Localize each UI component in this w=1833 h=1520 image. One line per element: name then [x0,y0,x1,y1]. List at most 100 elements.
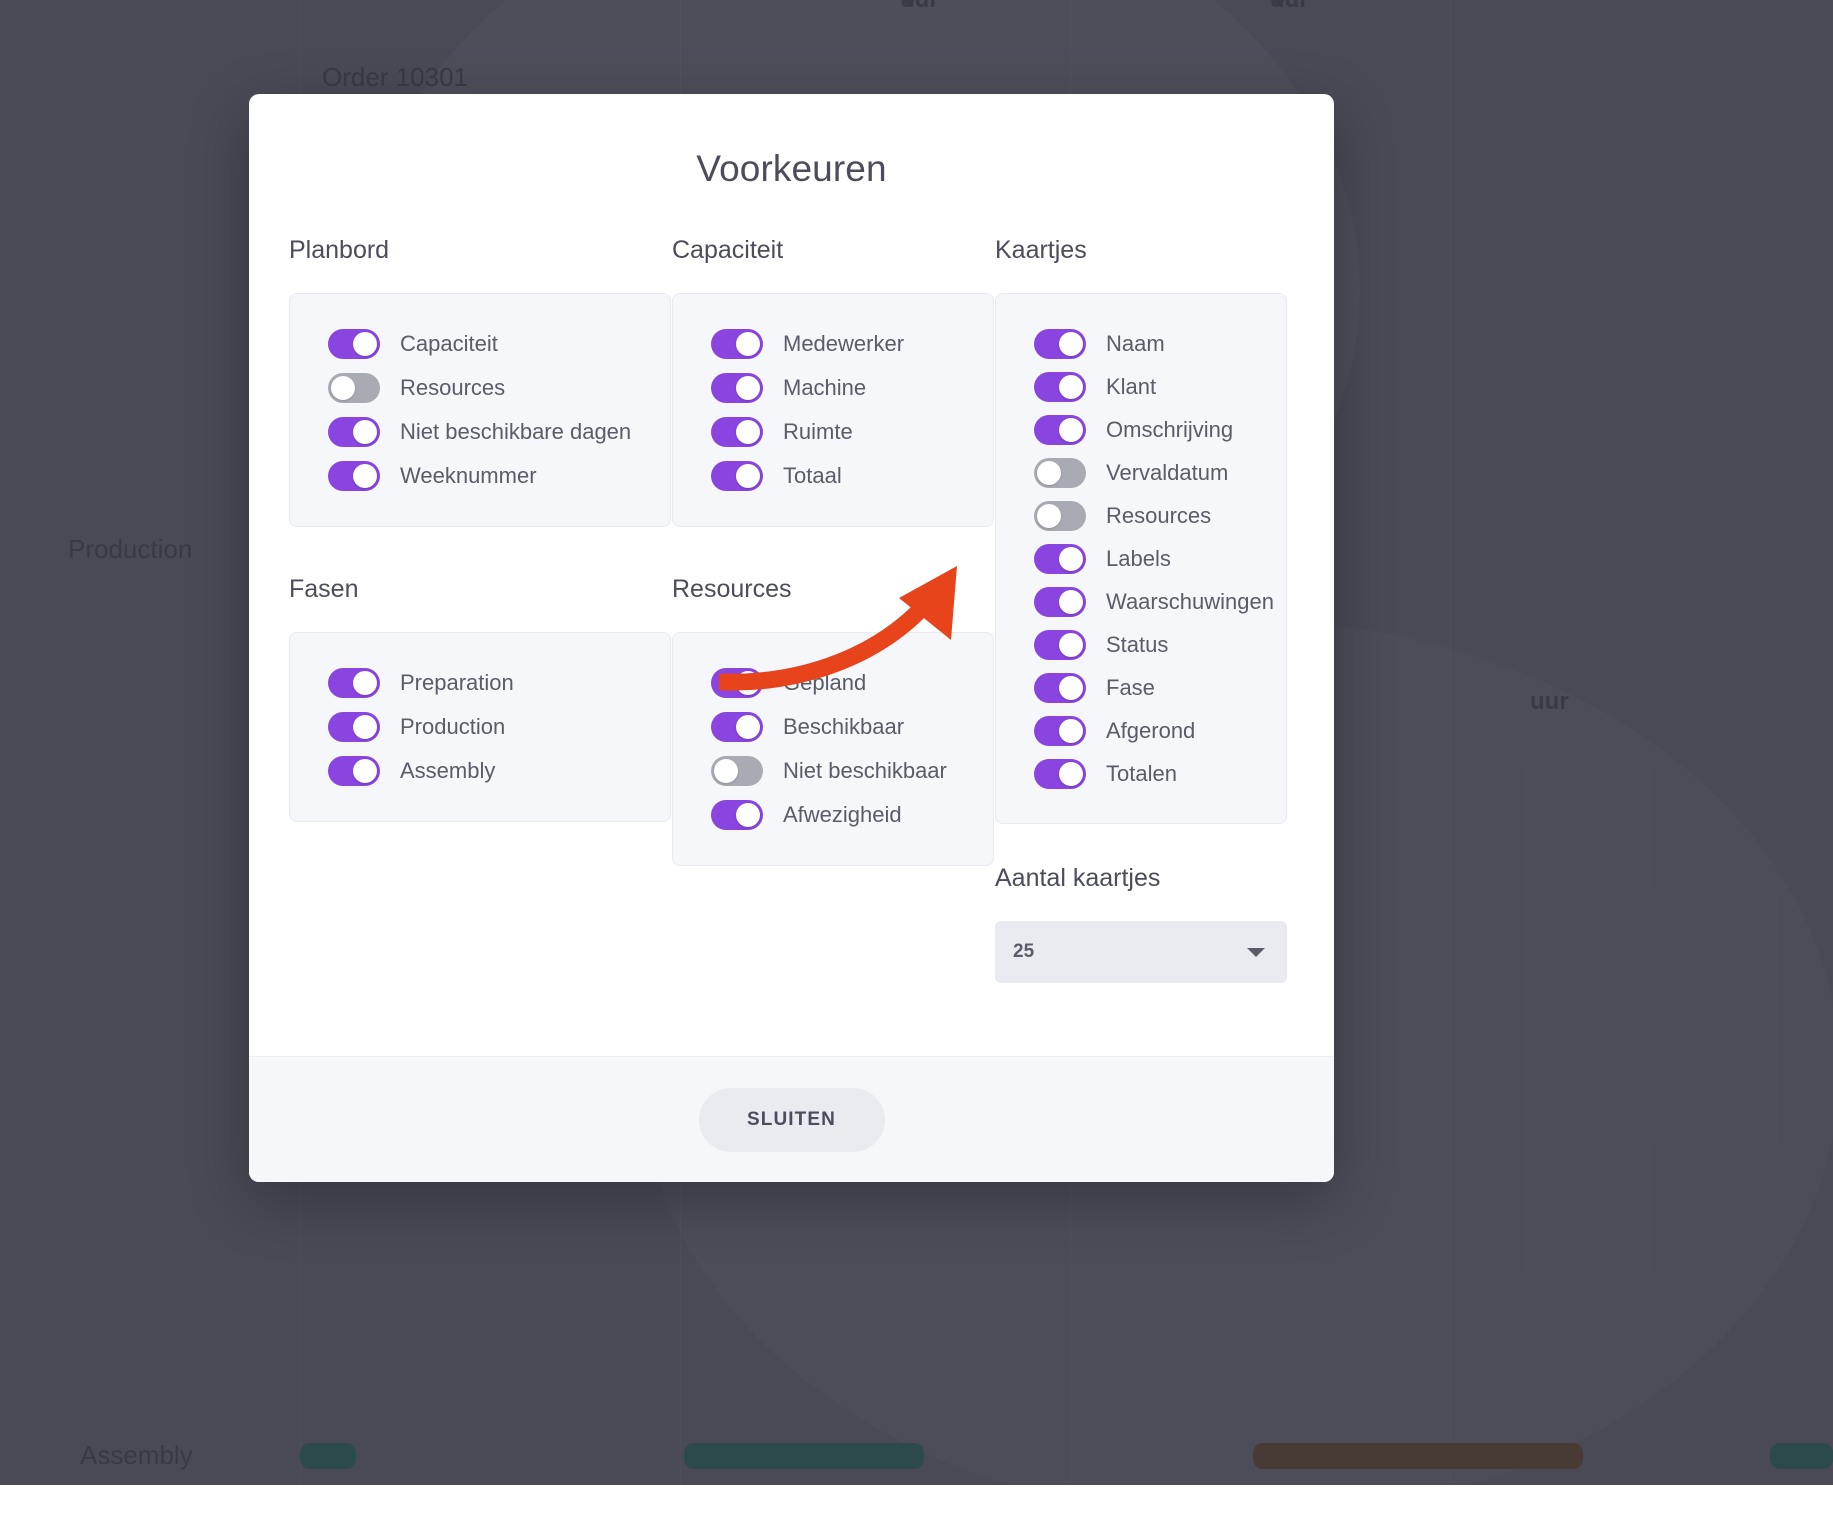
toggle-label: Ruimte [783,419,853,445]
toggle-switch-machine[interactable] [711,373,763,403]
toggle-switch-capaciteit[interactable] [328,329,380,359]
toggle-label: Klant [1106,374,1156,400]
toggle-row[interactable]: Weeknummer [328,454,650,498]
toggle-switch-resources[interactable] [328,373,380,403]
toggle-row[interactable]: Totalen [1034,752,1266,795]
toggle-switch-labels[interactable] [1034,544,1086,574]
toggle-switch-niet-beschikbaar[interactable] [711,756,763,786]
section-heading-kaartjes: Kaartjes [995,236,1287,265]
modal-overlay[interactable]: Voorkeuren Planbord CapaciteitResourcesN… [0,0,1833,1485]
toggle-knob [736,420,760,444]
toggle-knob [714,759,738,783]
toggle-switch-resources[interactable] [1034,501,1086,531]
toggle-switch-niet-beschikbare-dagen[interactable] [328,417,380,447]
page-title: Voorkeuren [289,148,1294,190]
aantal-kaartjes-value: 25 [1013,941,1034,963]
toggle-label: Afgerond [1106,718,1195,744]
toggle-switch-totaal[interactable] [711,461,763,491]
toggle-knob [353,420,377,444]
toggle-row[interactable]: Ruimte [711,410,973,454]
toggle-label: Omschrijving [1106,417,1233,443]
dialog-body: Voorkeuren Planbord CapaciteitResourcesN… [249,94,1334,1056]
toggle-knob [1059,676,1083,700]
column-capaciteit: Capaciteit Medewerker Machine Ruimte Totaal… [672,236,994,983]
toggle-row[interactable]: Niet beschikbare dagen [328,410,650,454]
toggle-switch-klant[interactable] [1034,372,1086,402]
toggle-label: Capaciteit [400,331,498,357]
toggle-switch-naam[interactable] [1034,329,1086,359]
toggle-row[interactable]: Preparation [328,661,650,705]
toggle-switch-afgerond[interactable] [1034,716,1086,746]
toggle-switch-omschrijving[interactable] [1034,415,1086,445]
toggle-switch-production[interactable] [328,712,380,742]
toggle-label: Resources [400,375,505,401]
toggle-row[interactable]: Labels [1034,537,1266,580]
toggle-label: Machine [783,375,866,401]
close-button[interactable]: SLUITEN [699,1088,885,1152]
toggle-row[interactable]: Medewerker [711,322,973,366]
toggle-switch-assembly[interactable] [328,756,380,786]
toggle-knob [736,715,760,739]
toggle-label: Waarschuwingen [1106,589,1274,615]
toggle-knob [736,376,760,400]
toggle-row[interactable]: Fase [1034,666,1266,709]
toggle-knob [1059,762,1083,786]
toggle-row[interactable]: Capaciteit [328,322,650,366]
toggle-row[interactable]: Niet beschikbaar [711,749,973,793]
section-heading-resources: Resources [672,575,994,604]
toggle-knob [1059,375,1083,399]
toggle-knob [736,671,760,695]
toggle-switch-ruimte[interactable] [711,417,763,447]
toggle-row[interactable]: Machine [711,366,973,410]
toggle-row[interactable]: Afwezigheid [711,793,973,837]
toggle-switch-waarschuwingen[interactable] [1034,587,1086,617]
toggle-label: Fase [1106,675,1155,701]
toggle-knob [736,332,760,356]
toggle-row[interactable]: Naam [1034,322,1266,365]
toggle-label: Preparation [400,670,514,696]
toggle-switch-vervaldatum[interactable] [1034,458,1086,488]
toggle-switch-afwezigheid[interactable] [711,800,763,830]
toggle-label: Totalen [1106,761,1177,787]
toggle-knob [353,464,377,488]
toggle-row[interactable]: Resources [328,366,650,410]
toggle-label: Weeknummer [400,463,537,489]
toggle-knob [331,376,355,400]
toggle-switch-weeknummer[interactable] [328,461,380,491]
preferences-grid: Planbord CapaciteitResourcesNiet beschik… [289,236,1294,983]
toggle-row[interactable]: Afgerond [1034,709,1266,752]
toggle-knob [1059,418,1083,442]
toggle-row[interactable]: Klant [1034,365,1266,408]
toggle-row[interactable]: Assembly [328,749,650,793]
toggle-label: Resources [1106,503,1211,529]
toggle-switch-fase[interactable] [1034,673,1086,703]
toggle-row[interactable]: Beschikbaar [711,705,973,749]
toggle-switch-beschikbaar[interactable] [711,712,763,742]
toggle-label: Afwezigheid [783,802,902,828]
toggle-switch-preparation[interactable] [328,668,380,698]
toggle-card-resources: GeplandBeschikbaarNiet beschikbaar Afwezi… [672,632,994,866]
toggle-switch-medewerker[interactable] [711,329,763,359]
aantal-kaartjes-select[interactable]: 25 [995,921,1287,983]
toggle-knob [353,332,377,356]
toggle-label: Production [400,714,505,740]
toggle-row[interactable]: Vervaldatum [1034,451,1266,494]
toggle-label: Status [1106,632,1168,658]
toggle-switch-totalen[interactable] [1034,759,1086,789]
toggle-row[interactable]: Production [328,705,650,749]
toggle-row[interactable]: Omschrijving [1034,408,1266,451]
section-heading-fasen: Fasen [289,575,671,604]
toggle-knob [353,759,377,783]
toggle-row[interactable]: Status [1034,623,1266,666]
toggle-row[interactable]: Totaal [711,454,973,498]
toggle-knob [1059,547,1083,571]
toggle-row[interactable]: Resources [1034,494,1266,537]
toggle-row[interactable]: Gepland [711,661,973,705]
toggle-row[interactable]: Waarschuwingen [1034,580,1266,623]
toggle-switch-gepland[interactable] [711,668,763,698]
section-heading-capaciteit: Capaciteit [672,236,994,265]
column-planbord: Planbord CapaciteitResourcesNiet beschik… [289,236,671,983]
toggle-card-planbord: Capaciteit Resources Niet beschikbare dage… [289,293,671,527]
toggle-knob [353,671,377,695]
toggle-switch-status[interactable] [1034,630,1086,660]
